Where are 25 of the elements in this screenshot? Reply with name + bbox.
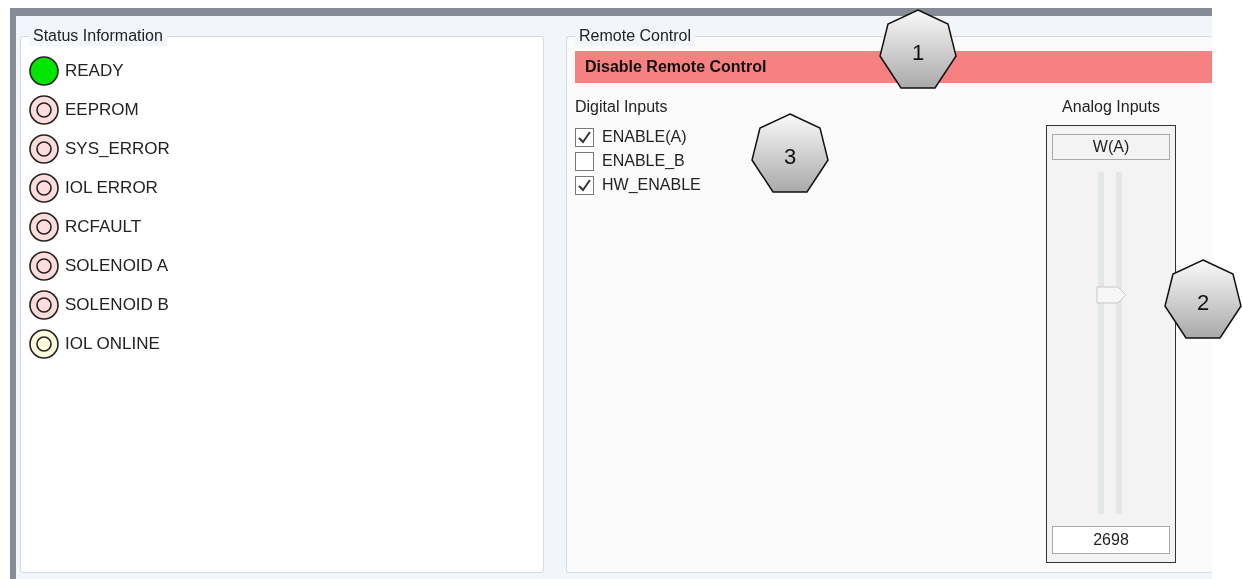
checkbox-label: ENABLE(A): [602, 127, 687, 147]
checkbox-label: ENABLE_B: [602, 151, 685, 171]
checkbox-label: HW_ENABLE: [602, 175, 701, 195]
status-label: IOL ERROR: [65, 176, 158, 199]
section-title: Digital Inputs: [575, 97, 669, 117]
callout-badge: 1: [877, 8, 959, 92]
status-label: READY: [65, 59, 124, 82]
checkbox[interactable]: [575, 151, 594, 171]
status-label: SYS_ERROR: [65, 137, 170, 160]
section-title: Analog Inputs: [1062, 97, 1160, 117]
checkbox[interactable]: [575, 127, 594, 147]
status-label: RCFAULT: [65, 215, 142, 238]
status-label: SOLENOID B: [65, 293, 169, 316]
status-label: IOL ONLINE: [65, 332, 160, 355]
status-label: SOLENOID A: [65, 254, 168, 277]
group-title: Remote Control: [575, 26, 696, 46]
value-field: 2698: [1052, 526, 1170, 554]
checkbox[interactable]: [575, 175, 594, 195]
group-title: Status Information: [29, 26, 167, 46]
slider-thumb[interactable]: [1096, 286, 1128, 305]
channel-label: W(A): [1052, 134, 1170, 160]
slider-track[interactable]: [1096, 172, 1126, 514]
status-label: EEPROM: [65, 98, 139, 121]
callout-badge: 3: [749, 112, 831, 196]
callout-badge: 2: [1162, 258, 1242, 342]
